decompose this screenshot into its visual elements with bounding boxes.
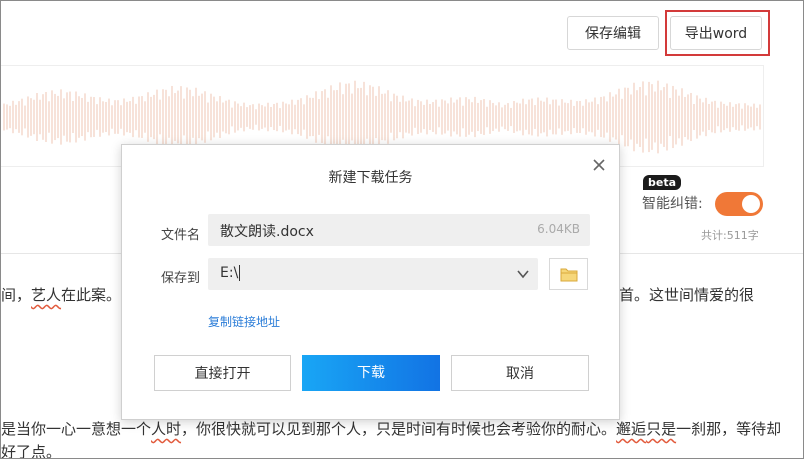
smart-correction-toggle[interactable] xyxy=(715,192,763,216)
close-icon[interactable] xyxy=(591,157,607,173)
app-window: 保存编辑 导出word beta 智能纠错: 共计:511字 间，艺人在此案。伊… xyxy=(0,0,804,459)
article-line-1-left: 间，艺人在此案。伊 xyxy=(1,284,136,305)
word-count: 共计:511字 xyxy=(701,229,759,242)
browse-folder-button[interactable] xyxy=(549,258,588,290)
download-button[interactable]: 下载 xyxy=(302,355,440,391)
flagged-word[interactable]: 邂逅 xyxy=(616,420,646,438)
save-edit-button[interactable]: 保存编辑 xyxy=(567,16,659,50)
download-dialog: 新建下载任务 文件名 散文朗读.docx 6.04KB 保存到 E:\ 复制链接… xyxy=(121,144,620,420)
copy-link-address[interactable]: 复制链接地址 xyxy=(208,313,280,330)
flagged-word[interactable]: 人时 xyxy=(151,420,181,438)
filename-value: 散文朗读.docx xyxy=(220,224,314,240)
export-word-button[interactable]: 导出word xyxy=(670,16,762,50)
article-text: 是当你一心一意想一个 xyxy=(1,420,152,438)
open-directly-button[interactable]: 直接打开 xyxy=(154,355,291,391)
filename-label: 文件名 xyxy=(161,228,201,243)
article-text: ，你很快就可以见到那个人，只是时间有时候也会考验你的耐心。 xyxy=(181,420,617,438)
article-line-3: 好了点。 xyxy=(1,443,62,459)
article-line-1-right: 首。这世间情爱的很 xyxy=(619,286,755,304)
flagged-word[interactable]: 艺人 xyxy=(31,286,61,304)
saveto-path-value: E:\ xyxy=(220,265,241,281)
flagged-word[interactable]: 只是 xyxy=(646,420,676,438)
smart-correction-label: 智能纠错: xyxy=(642,196,703,212)
dialog-title: 新建下载任务 xyxy=(328,170,413,186)
saveto-path-text: E:\ xyxy=(220,265,239,281)
article-line-2: 是当你一心一意想一个人时，你很快就可以见到那个人，只是时间有时候也会考验你的耐心… xyxy=(1,418,781,439)
text-caret xyxy=(239,265,241,281)
beta-badge: beta xyxy=(643,175,682,190)
chevron-down-icon[interactable] xyxy=(516,267,530,281)
saveto-label: 保存到 xyxy=(161,271,201,286)
filename-field[interactable]: 散文朗读.docx 6.04KB xyxy=(208,214,590,246)
article-text: 一刹那，等待却 xyxy=(676,420,782,438)
saveto-path-select[interactable]: E:\ xyxy=(208,258,538,290)
folder-icon xyxy=(560,268,578,282)
article-text: 间， xyxy=(1,286,32,304)
toggle-knob xyxy=(742,195,760,213)
cancel-button[interactable]: 取消 xyxy=(451,355,589,391)
file-size: 6.04KB xyxy=(537,222,580,236)
